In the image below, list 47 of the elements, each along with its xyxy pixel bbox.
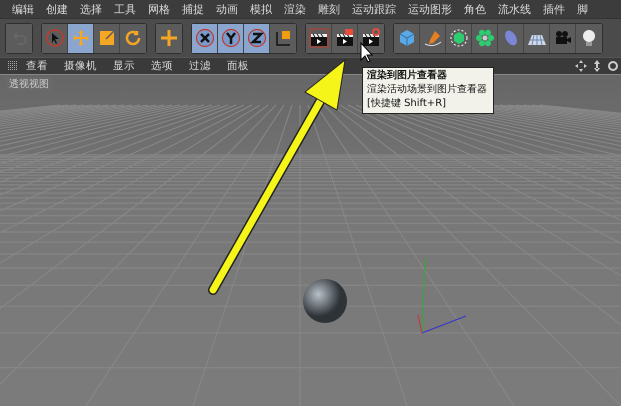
menu-item[interactable]: 渲染 <box>278 2 312 16</box>
menu-item[interactable]: 捕捉 <box>176 2 210 16</box>
menu-item[interactable]: 插件 <box>537 2 571 16</box>
menu-item[interactable]: 选择 <box>74 2 108 16</box>
grip-icon <box>8 61 18 71</box>
view-menu-item[interactable]: 显示 <box>105 59 143 73</box>
menu-item[interactable]: 运动跟踪 <box>346 2 402 16</box>
sphere[interactable] <box>303 279 347 323</box>
view-menu-item[interactable]: 选项 <box>143 59 181 73</box>
rotate-icon <box>123 28 143 48</box>
arrow-cursor-icon <box>44 28 64 48</box>
menu-item[interactable]: 网格 <box>142 2 176 16</box>
tooltip-description: 渲染活动场景到图片查看器 <box>367 83 487 97</box>
tool-button[interactable] <box>244 24 270 52</box>
view-menu-item[interactable]: 面板 <box>219 59 257 73</box>
menu-item[interactable]: 脚 <box>571 2 594 16</box>
menu-item[interactable]: 工具 <box>108 2 142 16</box>
menu-item[interactable]: 模拟 <box>244 2 278 16</box>
rotate-icon[interactable] <box>607 60 619 72</box>
menu-item[interactable]: 运动图形 <box>402 2 458 16</box>
mouse-cursor-icon <box>360 42 374 63</box>
tool-button[interactable] <box>306 24 332 52</box>
menu-item[interactable]: 创建 <box>40 2 74 16</box>
tool-button[interactable] <box>218 24 244 52</box>
tooltip-shortcut: [快捷键 Shift+R] <box>367 97 448 111</box>
axis-icon <box>194 28 214 48</box>
view-menu-item[interactable]: 摄像机 <box>56 59 105 73</box>
view-menu-item[interactable]: 过滤 <box>181 59 219 73</box>
menu-item[interactable]: 编辑 <box>6 2 40 16</box>
cluster-icon <box>474 28 494 48</box>
clapperboard-icon <box>334 28 354 48</box>
clapperboard-icon <box>361 28 381 48</box>
clapperboard-icon <box>308 28 328 48</box>
vertical-arrows-icon[interactable] <box>591 60 603 72</box>
axis-icon <box>220 28 240 48</box>
view-menu-item[interactable]: 查看 <box>18 59 56 73</box>
tool-button[interactable] <box>192 24 218 52</box>
move-icon[interactable] <box>575 60 587 72</box>
menu-item[interactable]: 角色 <box>458 2 492 16</box>
axis-icon <box>246 28 266 48</box>
menu-item[interactable]: 流水线 <box>492 2 537 16</box>
menu-item[interactable]: 动画 <box>210 2 244 16</box>
menu-item[interactable]: 雕刻 <box>312 2 346 16</box>
plus-icon <box>159 28 179 48</box>
viewport-label: 透视视图 <box>6 77 52 91</box>
pen-icon <box>422 28 442 48</box>
move-icon <box>70 28 90 48</box>
